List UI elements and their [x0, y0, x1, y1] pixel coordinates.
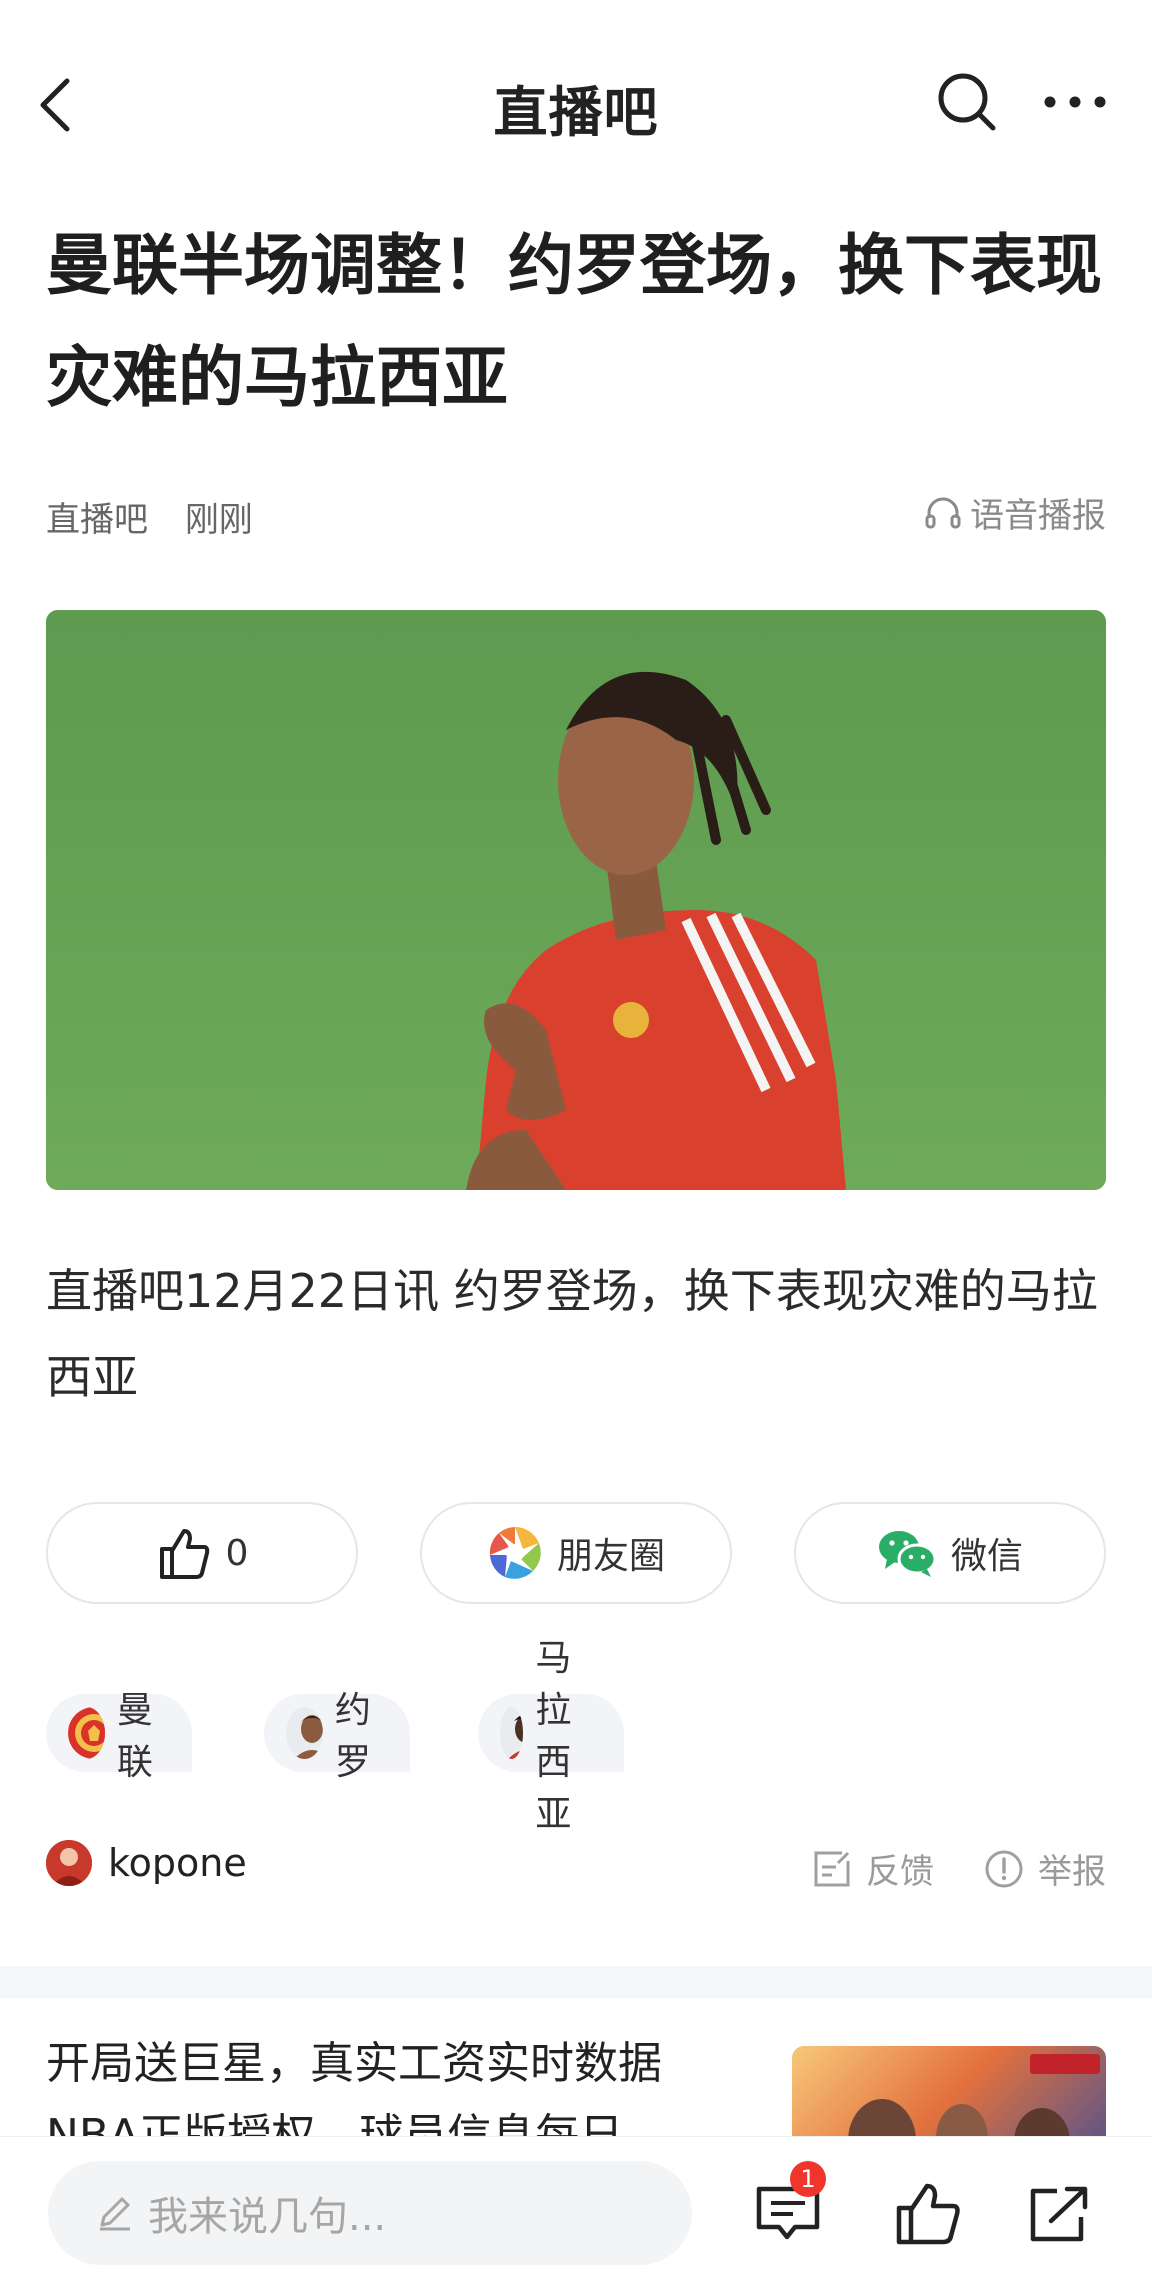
- search-button[interactable]: [935, 70, 999, 134]
- tag-label: 曼联: [116, 1690, 153, 1783]
- player-avatar-icon: [500, 1707, 524, 1759]
- pencil-icon: [100, 2197, 130, 2231]
- tag-malacia[interactable]: 马拉西亚: [478, 1638, 625, 1835]
- article-actions: 反馈 举报: [812, 1844, 1106, 1893]
- headphones-icon: [925, 497, 961, 528]
- share-wechat-button[interactable]: 微信: [794, 1502, 1106, 1604]
- alert-circle-icon: [985, 1850, 1023, 1887]
- comments-button[interactable]: 1: [748, 2161, 828, 2253]
- man-united-crest-icon: [68, 1707, 105, 1759]
- article-lead: 直播吧12月22日讯 约罗登场，换下表现灾难的马拉西亚: [46, 1264, 1098, 1404]
- tag-label: 马拉西亚: [535, 1638, 572, 1835]
- recommended-title: 开局送巨星，真实工资实时数据NBA正版授权，球员信息每日: [46, 2038, 662, 2138]
- comment-count-badge: 1: [790, 2161, 826, 2197]
- thumbs-up-icon: [159, 1529, 209, 1579]
- article-time: 刚刚: [184, 500, 253, 540]
- voice-broadcast-button[interactable]: 语音播报: [924, 488, 1106, 537]
- voice-label: 语音播报: [970, 496, 1106, 536]
- author-name: kopone: [108, 1841, 247, 1885]
- tag-man-united[interactable]: 曼联: [46, 1690, 193, 1783]
- bottom-like-button[interactable]: [888, 2173, 968, 2253]
- article-source[interactable]: 直播吧: [46, 500, 148, 540]
- feedback-label: 反馈: [866, 1852, 934, 1892]
- moments-label: 朋友圈: [556, 1536, 665, 1577]
- author-row: kopone 反馈 举报: [46, 1840, 1106, 1904]
- author-avatar: [46, 1840, 92, 1886]
- recommended-thumbnail: [792, 2046, 1106, 2138]
- bottom-bar: 我来说几句... 1: [0, 2136, 1152, 2287]
- more-dots-icon: [1044, 96, 1106, 108]
- comment-input[interactable]: 我来说几句...: [48, 2161, 692, 2265]
- report-button[interactable]: 举报: [984, 1844, 1106, 1893]
- wechat-label: 微信: [950, 1536, 1023, 1577]
- section-divider: [0, 1966, 1152, 1998]
- recommended-item[interactable]: 开局送巨星，真实工资实时数据NBA正版授权，球员信息每日: [0, 1998, 1152, 2138]
- edit-note-icon: [814, 1851, 850, 1886]
- article-headline: 曼联半场调整！约罗登场，换下表现灾难的马拉西亚: [46, 227, 1102, 416]
- share-icon: [1030, 2186, 1088, 2242]
- like-button[interactable]: 0: [46, 1502, 358, 1604]
- wechat-icon: [878, 1531, 937, 1577]
- share-row: 0 朋友圈 微信: [46, 1502, 1106, 1604]
- share-button[interactable]: [1020, 2173, 1100, 2253]
- share-moments-button[interactable]: 朋友圈: [420, 1502, 732, 1604]
- top-nav: 直播吧: [0, 0, 1152, 200]
- thumbs-up-icon: [896, 2183, 960, 2245]
- like-count: 0: [225, 1532, 249, 1574]
- author-link[interactable]: kopone: [46, 1840, 247, 1886]
- comment-placeholder: 我来说几句...: [148, 2194, 387, 2240]
- tag-label: 约罗: [334, 1690, 371, 1783]
- player-avatar-icon: [286, 1707, 323, 1759]
- article-meta: 直播吧 刚刚: [46, 492, 279, 541]
- football-player-photo: [46, 610, 1106, 1190]
- article-image[interactable]: [46, 610, 1106, 1190]
- more-button[interactable]: [1040, 80, 1110, 124]
- report-label: 举报: [1038, 1852, 1106, 1892]
- search-icon: [938, 73, 996, 131]
- feedback-button[interactable]: 反馈: [812, 1844, 934, 1893]
- moments-aperture-icon: [488, 1527, 541, 1579]
- tag-yoro[interactable]: 约罗: [264, 1690, 411, 1783]
